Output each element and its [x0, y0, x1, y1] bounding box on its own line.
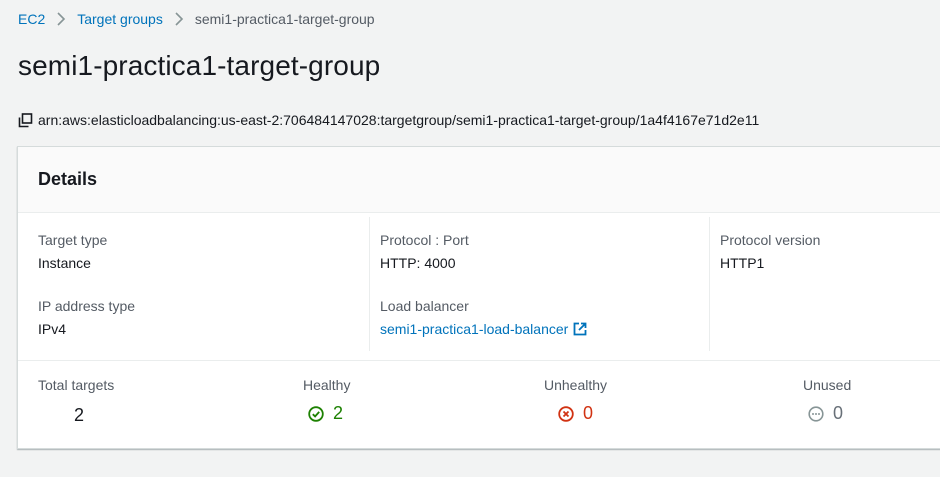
details-panel: Details Target type Instance IP address …	[17, 146, 940, 449]
ip-type-value: IPv4	[38, 321, 67, 337]
target-type-value: Instance	[38, 255, 91, 271]
unused-label: Unused	[803, 377, 852, 393]
status-stopped-icon	[808, 405, 824, 422]
details-column-1: Target type Instance IP address type IPv…	[38, 217, 368, 351]
details-title: Details	[38, 169, 98, 189]
details-column-3: Protocol version HTTP1	[709, 217, 940, 351]
healthy-label: Healthy	[303, 377, 351, 393]
copy-icon[interactable]	[18, 112, 33, 128]
protocol-version-value: HTTP1	[720, 255, 765, 271]
total-targets-stat: Total targets 2	[38, 377, 114, 426]
healthy-stat: Healthy 2	[303, 377, 350, 424]
total-targets-label: Total targets	[38, 377, 115, 393]
breadcrumb-target-groups[interactable]: Target groups	[77, 11, 163, 27]
arn-text: arn:aws:elasticloadbalancing:us-east-2:7…	[38, 112, 760, 128]
status-negative-icon	[558, 405, 574, 422]
load-balancer-link[interactable]: semi1-practica1-load-balancer	[380, 321, 587, 337]
protocol-port-label: Protocol : Port	[380, 232, 469, 248]
details-header: Details	[18, 147, 940, 213]
total-targets-value: 2	[74, 405, 85, 425]
target-type-label: Target type	[38, 232, 108, 248]
ip-type-field: IP address type IPv4	[38, 298, 135, 337]
load-balancer-field: Load balancer semi1-practica1-load-balan…	[380, 298, 587, 337]
load-balancer-label: Load balancer	[380, 298, 469, 314]
healthy-value: 2	[333, 403, 344, 423]
unhealthy-value: 0	[583, 403, 594, 423]
load-balancer-value-wrap: semi1-practica1-load-balancer	[380, 321, 587, 337]
protocol-port-field: Protocol : Port HTTP: 4000	[380, 232, 469, 271]
protocol-version-field: Protocol version HTTP1	[720, 232, 820, 271]
breadcrumb-ec2[interactable]: EC2	[18, 11, 45, 27]
details-column-2: Protocol : Port HTTP: 4000 Load balancer…	[369, 217, 708, 351]
chevron-right-icon	[56, 12, 66, 26]
protocol-port-value: HTTP: 4000	[380, 255, 456, 271]
breadcrumb-current: semi1-practica1-target-group	[194, 11, 375, 27]
protocol-version-label: Protocol version	[720, 232, 821, 248]
page-title: semi1-practica1-target-group	[18, 50, 381, 81]
arn-row: arn:aws:elasticloadbalancing:us-east-2:7…	[18, 112, 759, 128]
unhealthy-label: Unhealthy	[544, 377, 608, 393]
unhealthy-stat: Unhealthy 0	[544, 377, 607, 424]
chevron-right-icon	[174, 12, 184, 26]
status-positive-icon	[308, 405, 324, 422]
load-balancer-link-text[interactable]: semi1-practica1-load-balancer	[380, 321, 568, 337]
target-type-field: Target type Instance	[38, 232, 107, 271]
unused-count-row: 0	[803, 403, 851, 424]
unhealthy-count-row: 0	[544, 403, 607, 424]
unused-value: 0	[833, 403, 844, 423]
unused-stat: Unused 0	[803, 377, 851, 424]
ip-type-label: IP address type	[38, 298, 136, 314]
breadcrumb: EC2 Target groups semi1-practica1-target…	[18, 11, 375, 27]
stats-divider	[18, 360, 940, 361]
healthy-count-row: 2	[303, 403, 350, 424]
external-link-icon[interactable]	[573, 322, 587, 336]
